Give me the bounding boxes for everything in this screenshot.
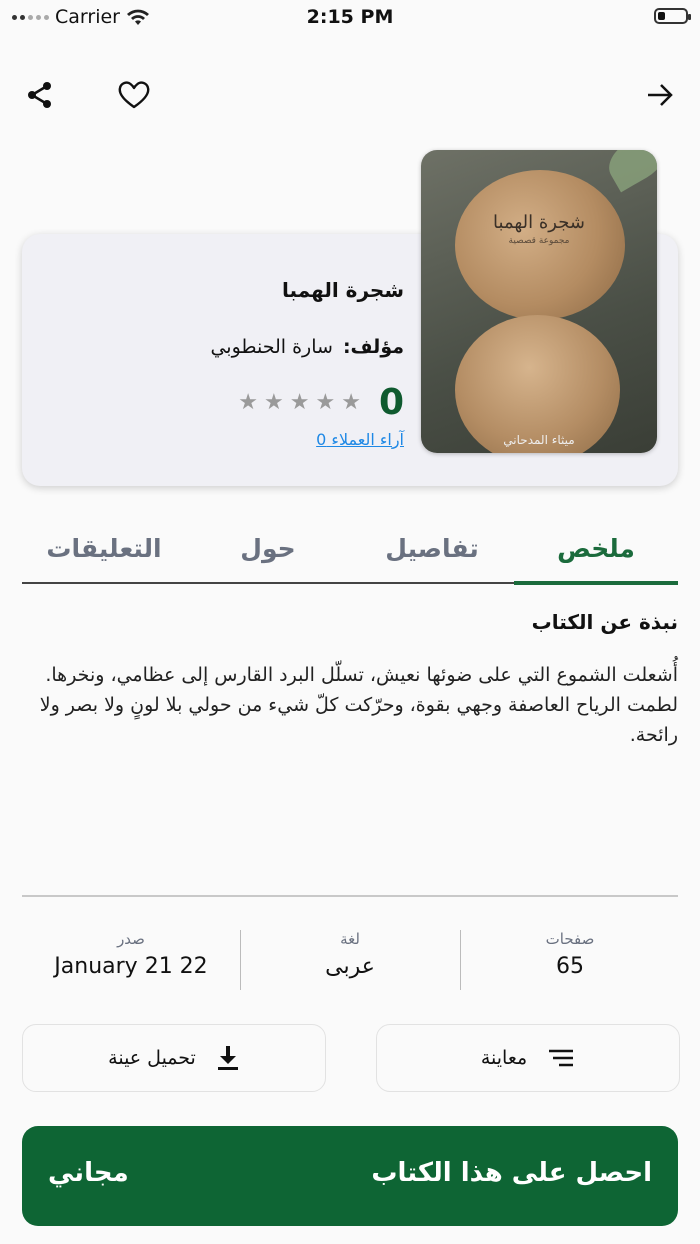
- language-value: عربى: [325, 954, 375, 979]
- author-row: مؤلف: سارة الحنطوبي: [210, 336, 404, 358]
- language-info: لغة عربى: [241, 930, 459, 990]
- battery-icon: [654, 8, 691, 24]
- leaf-decoration: [601, 150, 657, 193]
- get-book-label: احصل على هذا الكتاب: [371, 1158, 652, 1188]
- divider: [240, 930, 241, 990]
- preview-button[interactable]: معاينة: [376, 1024, 680, 1092]
- published-info: صدر January 21 22: [22, 930, 240, 990]
- published-value: January 21 22: [54, 954, 208, 979]
- star-icon: ★: [289, 390, 310, 415]
- star-icon: ★: [238, 390, 258, 415]
- author-name: سارة الحنطوبي: [210, 336, 333, 358]
- clock: 2:15 PM: [306, 6, 394, 28]
- share-icon: [28, 82, 51, 108]
- star-icon: ★: [315, 390, 336, 415]
- share-button[interactable]: [20, 75, 60, 115]
- preview-label: معاينة: [480, 1047, 528, 1069]
- cover-author: ميثاء المدحاني: [503, 433, 575, 447]
- pages-value: 65: [556, 954, 584, 979]
- menu-lines-icon: [549, 1049, 574, 1067]
- tab-details[interactable]: تفاصيل: [350, 520, 514, 582]
- get-book-button[interactable]: احصل على هذا الكتاب مجاني: [22, 1126, 678, 1226]
- star-icon: ★: [264, 390, 284, 415]
- heart-icon: [118, 81, 150, 109]
- book-cover[interactable]: شجرة الهمبا مجموعة قصصية ميثاء المدحاني: [421, 150, 657, 453]
- language-label: لغة: [340, 930, 360, 948]
- rating-row: ★ ★ ★ ★ ★ 0: [238, 382, 404, 423]
- divider: [22, 895, 678, 897]
- divider: [460, 930, 461, 990]
- published-label: صدر: [117, 930, 145, 948]
- download-sample-button[interactable]: تحميل عينة: [22, 1024, 326, 1092]
- download-icon: [217, 1046, 238, 1070]
- tab-about[interactable]: حول: [186, 520, 350, 582]
- star-icon: ★: [341, 390, 361, 415]
- pages-label: صفحات: [545, 930, 595, 948]
- tab-comments[interactable]: التعليقات: [22, 520, 186, 582]
- customer-reviews-link[interactable]: آراء العملاء 0: [316, 430, 404, 449]
- star-rating: ★ ★ ★ ★ ★: [238, 390, 361, 415]
- download-sample-label: تحميل عينة: [108, 1047, 196, 1069]
- status-bar: Carrier 2:15 PM: [0, 0, 700, 34]
- favorite-button[interactable]: [114, 75, 154, 115]
- back-button[interactable]: [640, 75, 680, 115]
- cover-title: شجرة الهمبا: [493, 212, 585, 233]
- price-label: مجاني: [48, 1158, 129, 1188]
- tab-bar: ملخص تفاصيل حول التعليقات: [22, 520, 678, 585]
- book-title: شجرة الهمبا: [282, 278, 404, 302]
- arrow-right-icon: [648, 84, 673, 106]
- rating-value: 0: [378, 382, 404, 423]
- pages-info: صفحات 65: [461, 930, 679, 990]
- cover-subtitle: مجموعة قصصية: [508, 236, 570, 246]
- section-title: نبذة عن الكتاب: [531, 610, 678, 634]
- tab-summary[interactable]: ملخص: [514, 520, 678, 585]
- book-description: أُشعلت الشموع التي على ضوئها نعيش، تسلّل…: [39, 664, 678, 746]
- author-label: مؤلف:: [342, 336, 404, 358]
